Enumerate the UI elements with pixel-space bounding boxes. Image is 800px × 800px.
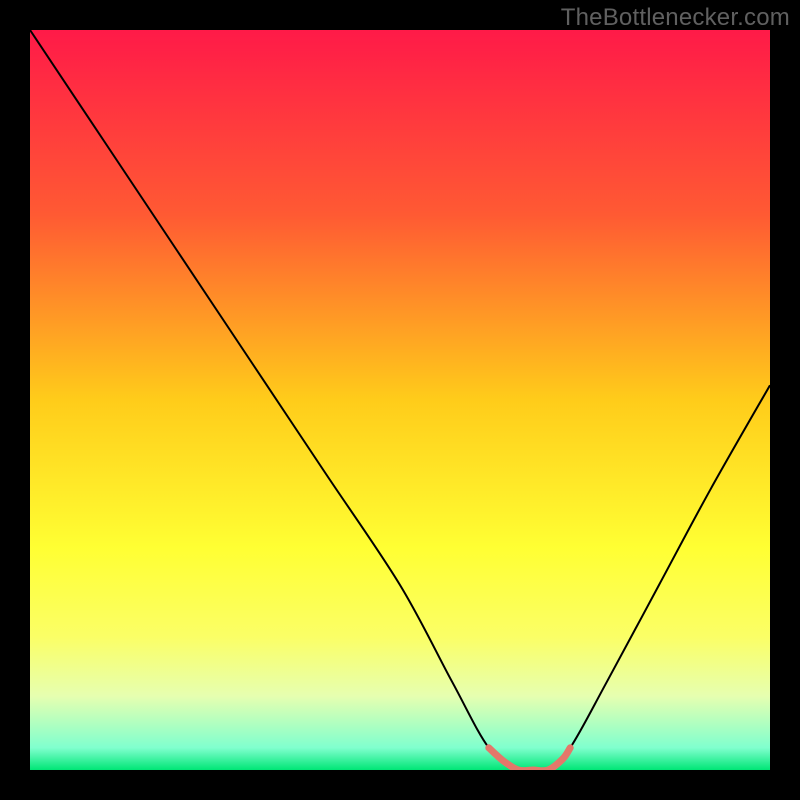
chart-frame: TheBottlenecker.com: [0, 0, 800, 800]
bottleneck-chart: [30, 30, 770, 770]
chart-background: [30, 30, 770, 770]
watermark-text: TheBottlenecker.com: [561, 4, 790, 32]
